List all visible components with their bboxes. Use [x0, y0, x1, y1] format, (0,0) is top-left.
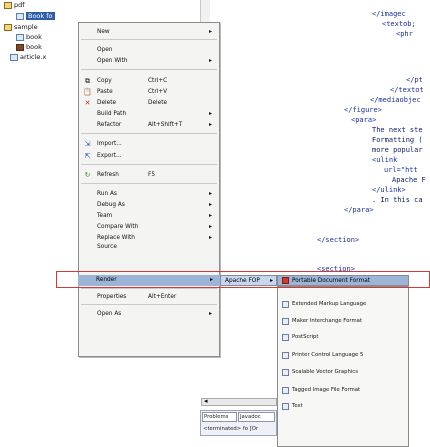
code-line: Apache F [392, 176, 426, 184]
mif-icon [282, 317, 289, 325]
submenu-item-xml[interactable]: Extended Markup Language [278, 297, 408, 311]
menu-item-open-with[interactable]: Open With ▸ [79, 55, 219, 66]
menu-item-import[interactable]: ⇲ Import... [79, 138, 219, 149]
menu-item-refactor[interactable]: Refactor Alt+Shift+T ▸ [79, 119, 219, 130]
chevron-right-icon: ▸ [208, 310, 212, 317]
file-icon [16, 12, 24, 20]
submenu-item-tiff[interactable]: Tagged Image File Format [278, 383, 408, 397]
code-line: url="htt [384, 166, 418, 174]
code-line: </imagec [372, 10, 406, 18]
code-line: more popular [372, 146, 423, 154]
submenu-formats: Extended Markup Language Maker Interchan… [277, 286, 409, 447]
submenu-item-mif[interactable]: Maker Interchange Format [278, 314, 408, 328]
folder-icon [4, 23, 12, 31]
copy-icon: ⧉ [85, 76, 90, 85]
context-menu: New ▸ Open Open With ▸ ⧉ Copy Ctrl+C 📋 P… [78, 22, 220, 357]
chevron-right-icon: ▸ [208, 190, 212, 197]
submenu-item-pcl[interactable]: Printer Control Language 5 [278, 348, 408, 362]
paste-icon: 📋 [83, 87, 92, 96]
menu-item-export[interactable]: ⇱ Export... [79, 150, 219, 161]
code-line: </para> [344, 206, 374, 214]
import-icon: ⇲ [84, 139, 91, 148]
menu-item-new[interactable]: New ▸ [79, 26, 219, 37]
code-line: <textob; [382, 20, 416, 28]
tree-item-book[interactable]: book [16, 32, 42, 42]
file-icon [10, 53, 18, 61]
code-line: </ulink> [372, 186, 406, 194]
tree-item-book-fo[interactable]: Book fo [16, 11, 55, 21]
xml-icon [282, 300, 289, 308]
menu-item-open[interactable]: Open [79, 44, 219, 55]
printer-icon [282, 351, 289, 359]
bottom-view-tabs: Problems Javadoc <terminated> fo [Or [200, 410, 277, 436]
refresh-icon: ↻ [84, 170, 91, 179]
code-line: <phr [396, 30, 413, 38]
code-line: </pt [406, 76, 423, 84]
code-line: </figure> [344, 106, 382, 114]
code-line: </textot [390, 86, 424, 94]
scroll-left-icon[interactable]: ◂ [204, 397, 208, 405]
tree-item-article[interactable]: article.x [10, 52, 46, 62]
file-icon [16, 33, 24, 41]
code-line: </mediaobjec [370, 96, 421, 104]
menu-item-team[interactable]: Team ▸ [79, 210, 219, 221]
chevron-right-icon: ▸ [208, 110, 212, 117]
chevron-right-icon: ▸ [208, 57, 212, 64]
chevron-right-icon: ▸ [208, 28, 212, 35]
menu-item-refresh[interactable]: ↻ Refresh F5 [79, 169, 219, 180]
tree-item-pdf[interactable]: pdf [4, 0, 25, 10]
file-icon [16, 43, 24, 51]
delete-icon: ✕ [84, 98, 91, 107]
menu-item-copy[interactable]: ⧉ Copy Ctrl+C [79, 75, 219, 86]
chevron-right-icon: ▸ [208, 223, 212, 230]
menu-item-source[interactable]: Source [79, 243, 219, 251]
text-icon [282, 402, 289, 410]
tab-problems[interactable]: Problems [202, 412, 237, 422]
horizontal-scrollbar[interactable]: ◂ [201, 397, 277, 406]
code-line: </section> [317, 236, 360, 244]
folder-icon [4, 1, 12, 9]
code-line: <ulink [372, 156, 398, 164]
menu-item-debug-as[interactable]: Debug As ▸ [79, 199, 219, 210]
svg-icon [282, 368, 289, 376]
code-line: . In this ca [372, 196, 423, 204]
code-line: <para> [351, 116, 377, 124]
code-line: Formatting ( [372, 136, 423, 144]
chevron-right-icon: ▸ [208, 121, 212, 128]
menu-item-open-as[interactable]: Open As ▸ [79, 308, 219, 319]
tiff-icon [282, 386, 289, 394]
tree-item-book[interactable]: book [16, 42, 42, 52]
submenu-item-postscript[interactable]: PostScript [278, 330, 408, 344]
postscript-icon [282, 333, 289, 341]
code-line: The next ste [372, 126, 423, 134]
submenu-item-text[interactable]: Text [278, 399, 408, 413]
export-icon: ⇱ [84, 151, 91, 160]
menu-item-compare-with[interactable]: Compare With ▸ [79, 221, 219, 232]
tab-javadoc[interactable]: Javadoc [238, 412, 275, 422]
tree-item-sample[interactable]: sample [4, 22, 38, 32]
render-highlight-outline [56, 271, 430, 288]
chevron-right-icon: ▸ [208, 212, 212, 219]
menu-item-paste[interactable]: 📋 Paste Ctrl+V [79, 86, 219, 97]
project-tree: pdf Book fo sample book book article.x [0, 0, 80, 62]
console-status: <terminated> fo [Or [203, 426, 259, 432]
menu-item-build-path[interactable]: Build Path ▸ [79, 108, 219, 119]
submenu-item-svg[interactable]: Scalable Vector Graphics [278, 365, 408, 379]
menu-item-run-as[interactable]: Run As ▸ [79, 188, 219, 199]
chevron-right-icon: ▸ [208, 234, 212, 241]
menu-item-replace-with[interactable]: Replace With ▸ [79, 232, 219, 243]
menu-item-delete[interactable]: ✕ Delete Delete [79, 97, 219, 108]
menu-item-properties[interactable]: Properties Alt+Enter [79, 291, 219, 302]
chevron-right-icon: ▸ [208, 201, 212, 208]
